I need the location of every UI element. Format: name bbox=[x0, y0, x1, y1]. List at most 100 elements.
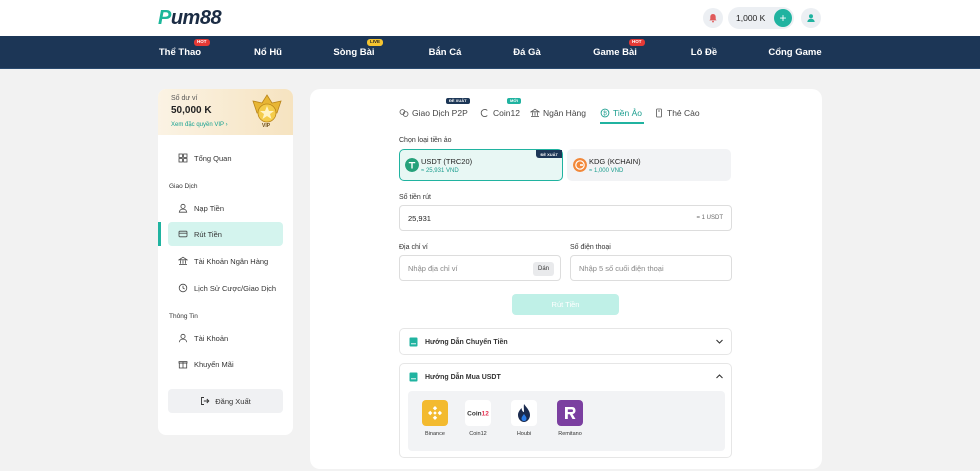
account-sidebar: Số dư ví 50,000 K Xem đặc quyền VIP › VI… bbox=[158, 89, 293, 435]
nav-fishing[interactable]: Bắn Cá bbox=[413, 36, 477, 69]
sidebar-item-withdraw[interactable]: Rút Tiền bbox=[168, 222, 283, 246]
sidebar-item-label: Tài Khoản bbox=[194, 333, 229, 343]
sidebar-item-label: Rút Tiền bbox=[194, 229, 222, 239]
remitano-icon bbox=[557, 400, 583, 426]
wallet-vip-card: Số dư ví 50,000 K Xem đặc quyền VIP › VI… bbox=[158, 89, 293, 135]
amount-conversion: = 1 USDT bbox=[696, 215, 723, 221]
accordion-transfer-header[interactable]: Hướng Dẫn Chuyển Tiền bbox=[400, 329, 731, 355]
choose-crypto-label: Chọn loại tiền ảo bbox=[399, 137, 452, 144]
logout-button[interactable]: Đăng Xuất bbox=[168, 389, 283, 413]
recommended-flag: ĐỀ XUẤT bbox=[536, 150, 562, 158]
amount-field[interactable]: = 1 USDT bbox=[399, 205, 732, 231]
wallet-balance-label: Số dư ví bbox=[171, 95, 198, 102]
phone-input[interactable] bbox=[579, 256, 725, 280]
nav-label: Lô Đề bbox=[690, 47, 718, 58]
tab-p2p[interactable]: Giao Dịch P2P bbox=[399, 106, 468, 120]
accordion-title: Hướng Dẫn Chuyển Tiền bbox=[425, 338, 508, 346]
tab-label: Tiền Ảo bbox=[613, 108, 642, 118]
currency-option-kdg[interactable]: KDG (KCHAIN) ≈ 1,000 VND bbox=[567, 149, 731, 181]
wallet-balance[interactable]: 1,000 K + bbox=[728, 7, 794, 29]
svg-text:₿: ₿ bbox=[603, 110, 607, 117]
logo-text: um88 bbox=[170, 6, 222, 29]
wallet-address-input[interactable] bbox=[408, 256, 528, 280]
nav-label: Bắn Cá bbox=[428, 47, 462, 58]
top-header: Pum88 1,000 K + bbox=[0, 0, 980, 36]
nav-label: Game Bài bbox=[593, 47, 637, 58]
nav-card-games[interactable]: HOT Game Bài bbox=[583, 36, 647, 69]
hot-badge: HOT bbox=[629, 39, 645, 46]
sidebar-item-account[interactable]: Tài Khoản bbox=[168, 326, 283, 350]
user-icon bbox=[178, 333, 188, 343]
amount-input[interactable] bbox=[408, 206, 505, 230]
kdg-coin-icon bbox=[573, 158, 587, 172]
phone-field[interactable] bbox=[570, 255, 732, 281]
hot-badge: HOT bbox=[194, 39, 210, 46]
wallet-balance-amount: 50,000 K bbox=[171, 105, 212, 116]
accordion-buy-usdt-header[interactable]: Hướng Dẫn Mua USDT bbox=[400, 364, 731, 390]
app-name: Houbi bbox=[516, 431, 532, 437]
chevron-up-icon bbox=[716, 374, 723, 379]
sidebar-item-promotions[interactable]: Khuyến Mãi bbox=[168, 352, 283, 376]
app-remitano[interactable]: Remitano bbox=[555, 400, 585, 437]
app-houbi[interactable]: Houbi bbox=[509, 400, 539, 437]
pum88-logo[interactable]: Pum88 bbox=[158, 6, 222, 30]
tab-scratch-card[interactable]: Thẻ Cào bbox=[654, 106, 700, 120]
nav-label: Thể Thao bbox=[158, 47, 202, 58]
houbi-flame-icon bbox=[511, 400, 537, 426]
app-binance[interactable]: Binance bbox=[420, 400, 450, 437]
p2p-icon bbox=[399, 109, 409, 117]
balance-amount: 1,000 K bbox=[736, 13, 766, 23]
sidebar-item-overview[interactable]: Tổng Quan bbox=[168, 146, 283, 170]
app-name: Remitano bbox=[558, 431, 582, 437]
sidebar-item-label: Tài Khoản Ngân Hàng bbox=[194, 256, 269, 266]
accordion-transfer-guide: Hướng Dẫn Chuyển Tiền bbox=[399, 328, 732, 355]
vip-privileges-link[interactable]: Xem đặc quyền VIP › bbox=[171, 122, 228, 128]
nav-lottery[interactable]: Lô Đề bbox=[672, 36, 736, 69]
tab-label: Giao Dịch P2P bbox=[412, 108, 468, 118]
nav-cockfight[interactable]: Đá Gà bbox=[495, 36, 559, 69]
sidebar-item-history[interactable]: Lịch Sử Cược/Giao Dịch bbox=[168, 276, 283, 300]
notification-bell-icon[interactable] bbox=[703, 8, 723, 28]
recommended-badge: ĐỀ XUẤT bbox=[446, 98, 470, 104]
section-info: Thông Tin bbox=[169, 313, 198, 320]
nav-casino[interactable]: LIVE Sòng Bài bbox=[322, 36, 386, 69]
document-icon bbox=[409, 372, 418, 382]
coin12-logo-icon: Coin12 bbox=[465, 400, 491, 426]
logout-icon bbox=[201, 397, 210, 405]
logout-label: Đăng Xuất bbox=[215, 396, 251, 406]
user-avatar-icon[interactable] bbox=[801, 8, 821, 28]
live-badge: LIVE bbox=[367, 39, 384, 46]
gift-icon bbox=[178, 361, 188, 369]
nav-label: Đá Gà bbox=[513, 47, 541, 58]
active-tab-underline bbox=[600, 122, 644, 124]
app-name: Binance bbox=[425, 431, 445, 437]
currency-option-usdt[interactable]: USDT (TRC20) ≈ 25,931 VND ĐỀ XUẤT bbox=[399, 149, 563, 181]
nav-game-portal[interactable]: Cổng Game bbox=[760, 36, 830, 69]
tab-coin12[interactable]: Coin12 bbox=[480, 106, 520, 120]
nav-sports[interactable]: HOT Thể Thao bbox=[148, 36, 212, 69]
app-coin12[interactable]: Coin12 Coin12 bbox=[463, 400, 493, 437]
nav-label: Nổ Hũ bbox=[254, 47, 282, 58]
nav-label: Cổng Game bbox=[768, 47, 822, 58]
chevron-down-icon bbox=[716, 339, 723, 344]
paste-button[interactable]: Dán bbox=[532, 262, 554, 276]
tab-label: Coin12 bbox=[493, 108, 520, 118]
grid-icon bbox=[178, 153, 188, 163]
active-indicator bbox=[158, 222, 161, 246]
svg-text:Coin12: Coin12 bbox=[467, 411, 489, 418]
coin12-icon bbox=[480, 108, 488, 118]
withdraw-submit-button[interactable]: Rút Tiền bbox=[512, 294, 619, 315]
sidebar-item-bank-account[interactable]: Tài Khoản Ngân Hàng bbox=[168, 249, 283, 273]
phone-label: Số điện thoại bbox=[570, 244, 611, 251]
tether-icon bbox=[405, 158, 419, 172]
bank-icon bbox=[178, 256, 188, 266]
currency-rate: ≈ 25,931 VND bbox=[421, 168, 459, 174]
sidebar-item-deposit[interactable]: Nạp Tiền bbox=[168, 196, 283, 220]
tab-crypto[interactable]: ₿ Tiền Ảo bbox=[600, 106, 642, 120]
history-icon bbox=[178, 283, 188, 293]
tab-bank[interactable]: Ngân Hàng bbox=[530, 106, 586, 120]
deposit-plus-button[interactable]: + bbox=[774, 9, 792, 27]
nav-slots[interactable]: Nổ Hũ bbox=[236, 36, 300, 69]
accordion-title: Hướng Dẫn Mua USDT bbox=[425, 373, 501, 381]
wallet-address-field[interactable]: Dán bbox=[399, 255, 561, 281]
